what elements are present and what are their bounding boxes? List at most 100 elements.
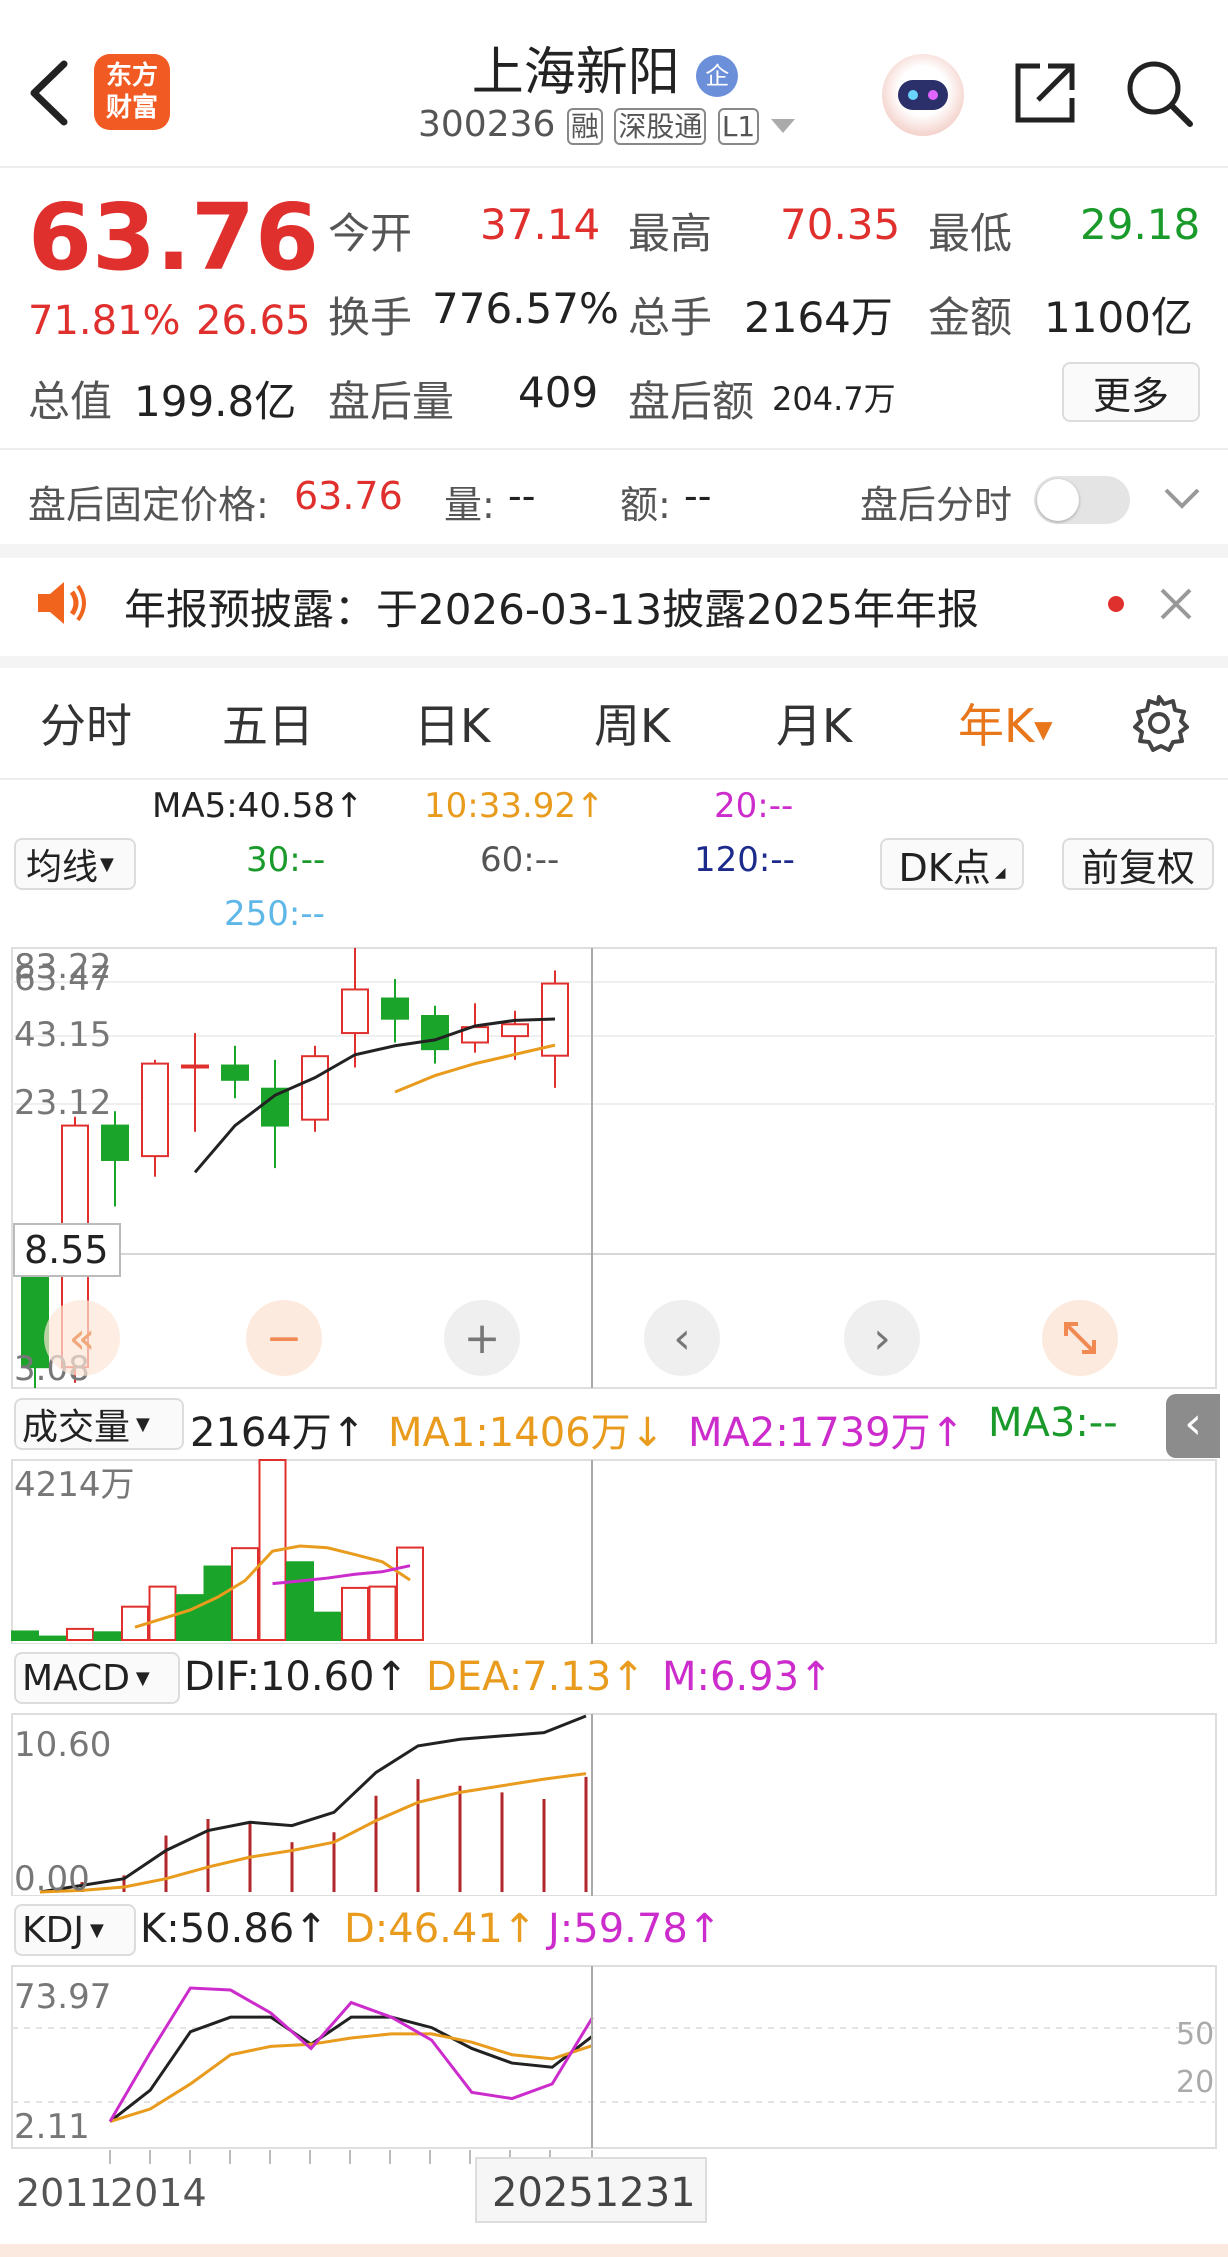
cursor-date: 20251231 xyxy=(492,2170,696,2216)
candle-body xyxy=(221,1064,249,1081)
fullscreen-button[interactable] xyxy=(1042,1300,1118,1376)
search-button[interactable] xyxy=(1124,58,1196,130)
candle-body xyxy=(141,1062,169,1158)
logo-line2: 财富 xyxy=(105,93,158,123)
volume-bar xyxy=(203,1565,232,1641)
back-button[interactable] xyxy=(24,58,74,128)
zoom-out-button[interactable]: − xyxy=(246,1300,322,1376)
ah-amt-label: 盘后额 xyxy=(628,377,755,426)
change-pct: 71.81% xyxy=(28,298,181,344)
ma120-label: 120:-- xyxy=(694,840,795,880)
kdj-k: K:50.86↑ xyxy=(140,1906,328,1952)
kline-axis-l3: 8.55 xyxy=(24,1228,109,1272)
fq-button[interactable]: 前复权 xyxy=(1062,838,1214,890)
candle-body xyxy=(501,1023,529,1038)
expand-button[interactable] xyxy=(1160,478,1204,518)
share-button[interactable] xyxy=(1010,58,1080,128)
ah-price-value: 63.76 xyxy=(294,474,403,518)
volume-bar xyxy=(286,1561,314,1641)
candle-body xyxy=(341,988,369,1035)
chart-settings-button[interactable] xyxy=(1128,692,1190,754)
tab-intraday[interactable]: 分时 xyxy=(40,690,132,756)
volume-bar xyxy=(313,1611,342,1641)
assistant-avatar[interactable] xyxy=(882,54,964,136)
tab-5day[interactable]: 五日 xyxy=(222,690,314,756)
ah-amt-label2: 额: xyxy=(620,483,671,527)
share-icon xyxy=(1015,63,1075,123)
macd-selector[interactable]: MACD ▼ xyxy=(14,1652,180,1704)
ma-selector-label: 均线 xyxy=(26,847,99,888)
high-value: 70.35 xyxy=(780,200,901,249)
kdj-axis-max: 73.97 xyxy=(14,1977,111,2017)
volume-value: 2164万 xyxy=(744,293,893,342)
corner-triangle-icon: ◢ xyxy=(994,865,1006,881)
kdj-selector[interactable]: KDJ ▼ xyxy=(14,1904,136,1956)
dk-point-button[interactable]: DK点 ◢ xyxy=(880,838,1024,890)
ah-vol-label: 盘后量 xyxy=(328,377,455,426)
dk-point-label: DK点 xyxy=(898,845,991,890)
volume-selector[interactable]: 成交量 ▼ xyxy=(14,1398,184,1450)
mktcap-value: 199.8亿 xyxy=(134,377,297,426)
caret-down-icon: ▼ xyxy=(89,1919,104,1941)
collapse-panel-button[interactable]: ‹ xyxy=(1166,1394,1220,1458)
tag-sgt: 深股通 xyxy=(614,108,707,145)
volume-bar xyxy=(66,1627,94,1642)
move-right-button[interactable]: › xyxy=(844,1300,920,1376)
tab-daily-k[interactable]: 日K xyxy=(414,690,490,756)
macd-dif-line xyxy=(39,1714,587,1894)
kdj-chart[interactable]: 73.97 2.11 50 20 xyxy=(0,1962,1228,2152)
zoom-in-button[interactable]: + xyxy=(444,1300,520,1376)
amount-label: 金额 xyxy=(928,293,1013,342)
volume-current: 2164万↑ xyxy=(190,1410,366,1456)
notice-text[interactable]: 年报预披露：于2026-03-13披露2025年年报 xyxy=(124,576,979,637)
kdj-d: D:46.41↑ xyxy=(344,1906,537,1952)
ma-selector[interactable]: 均线 ▼ xyxy=(14,838,136,890)
tab-weekly-k[interactable]: 周K xyxy=(594,690,670,756)
macd-axis-min: 0.00 xyxy=(14,1859,90,1896)
ma60-label: 60:-- xyxy=(480,840,560,880)
volume-bar xyxy=(176,1594,204,1642)
robot-icon xyxy=(898,80,948,110)
volume-selector-label: 成交量 xyxy=(22,1407,131,1448)
volume-chart[interactable]: 4214万 xyxy=(0,1456,1228,1644)
kdj-k-line xyxy=(109,2015,594,2123)
kline-axis-l1: 43.15 xyxy=(14,1015,111,1055)
volume-bar xyxy=(38,1635,67,1642)
macd-chart[interactable]: 10.60 0.00 xyxy=(0,1710,1228,1896)
macd-selector-label: MACD xyxy=(22,1657,130,1699)
macd-dif: DIF:10.60↑ xyxy=(184,1654,409,1700)
close-notice-button[interactable] xyxy=(1156,584,1196,624)
tab-monthly-k[interactable]: 月K xyxy=(776,690,852,756)
back-arrow-icon xyxy=(30,60,68,126)
stock-subtitle[interactable]: 300236 融 深股通 L1 xyxy=(418,104,818,154)
expand-arrows-icon xyxy=(1064,1322,1096,1354)
ah-amt-value: 204.7万 xyxy=(772,380,896,418)
logo-line1: 东方 xyxy=(105,61,158,91)
volume-bar xyxy=(341,1586,369,1641)
tag-rong: 融 xyxy=(566,108,603,145)
kdj-axis-min: 2.11 xyxy=(14,2107,90,2147)
low-value: 29.18 xyxy=(1080,200,1201,249)
ah-price-label: 盘后固定价格: xyxy=(28,483,269,527)
chevron-down-icon xyxy=(1164,488,1200,509)
stock-name: 上海新阳 xyxy=(471,43,680,103)
jump-start-button[interactable]: « xyxy=(44,1300,120,1376)
ah-amt-value2: -- xyxy=(684,474,712,518)
more-button[interactable]: 更多 xyxy=(1062,362,1200,422)
ah-toggle[interactable] xyxy=(1034,476,1130,524)
speaker-icon xyxy=(34,578,90,628)
tab-yearly-k[interactable]: 年K▼ xyxy=(958,690,1053,756)
dropdown-triangle-icon xyxy=(770,119,795,133)
high-label: 最高 xyxy=(628,209,713,258)
kdj-ref-20: 20 xyxy=(1176,2065,1214,2100)
mktcap-label: 总值 xyxy=(28,377,113,426)
caret-down-icon: ▼ xyxy=(1034,715,1053,744)
candle-body xyxy=(101,1124,129,1161)
move-left-button[interactable]: ‹ xyxy=(644,1300,720,1376)
volume-bar xyxy=(148,1585,177,1642)
date-label-2014: 2014 xyxy=(110,2171,207,2215)
ah-vol-value: 409 xyxy=(518,368,599,417)
macd-m: M:6.93↑ xyxy=(662,1654,833,1700)
change-amt: 26.65 xyxy=(196,298,311,344)
app-logo: 东方 财富 xyxy=(94,54,170,130)
